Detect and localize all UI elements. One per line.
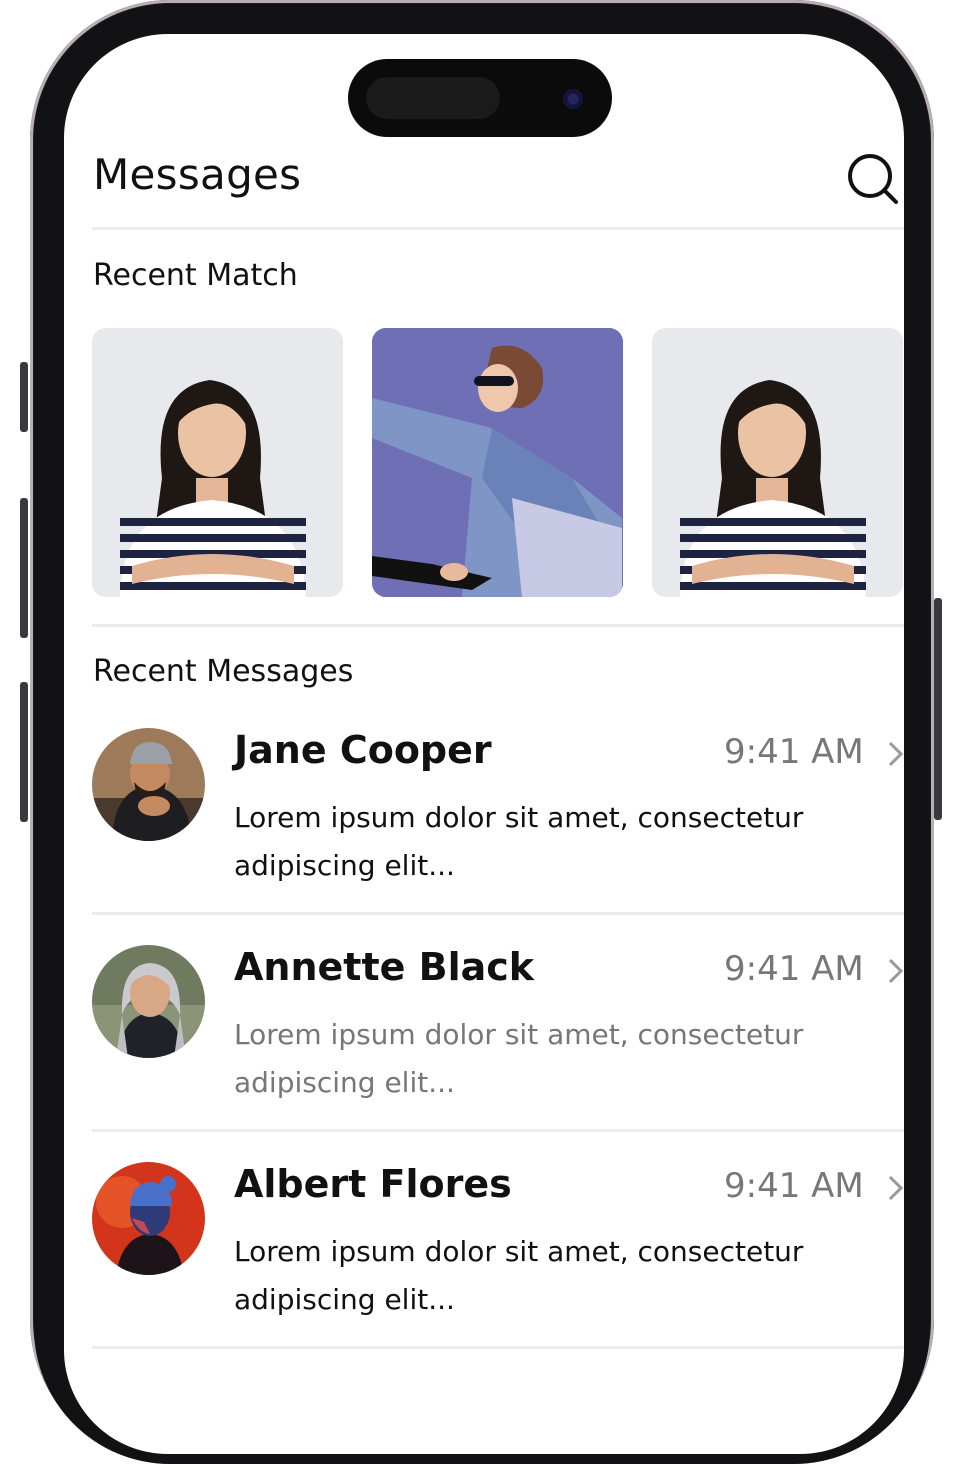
message-row-albert-flores[interactable]: Albert Flores 9:41 AM Lorem ipsum dolor …: [92, 1162, 904, 1362]
page-title: Messages: [93, 150, 302, 199]
message-row-jane-cooper[interactable]: Jane Cooper 9:41 AM Lorem ipsum dolor si…: [92, 728, 904, 928]
volume-up-button: [20, 498, 28, 638]
message-row-annette-black[interactable]: Annette Black 9:41 AM Lorem ipsum dolor …: [92, 945, 904, 1145]
woman-striped-shirt-photo: [92, 328, 343, 597]
message-preview: Lorem ipsum dolor sit amet, consectetur …: [234, 1018, 804, 1099]
avatar: [92, 945, 205, 1058]
row-divider: [92, 1346, 904, 1349]
contact-name: Annette Black: [234, 945, 535, 989]
match-card-1[interactable]: [92, 328, 343, 597]
message-preview: Lorem ipsum dolor sit amet, consectetur …: [234, 801, 804, 882]
avatar: [92, 1162, 205, 1275]
message-time: 9:41 AM: [724, 949, 864, 989]
front-camera-icon: [560, 86, 586, 112]
search-icon: [848, 154, 898, 204]
phone-screen: Messages Recent Match Recent Messages Ja…: [64, 34, 904, 1454]
volume-down-button: [20, 682, 28, 822]
row-divider: [92, 1129, 904, 1132]
contact-name: Albert Flores: [234, 1162, 512, 1206]
message-time: 9:41 AM: [724, 1166, 864, 1206]
match-card-2[interactable]: [372, 328, 623, 597]
dynamic-island: [348, 59, 612, 137]
match-divider: [92, 624, 904, 627]
row-divider: [92, 912, 904, 915]
power-button: [934, 598, 942, 820]
chevron-right-icon: [888, 741, 904, 767]
message-preview: Lorem ipsum dolor sit amet, consectetur …: [234, 1235, 804, 1316]
search-button[interactable]: [844, 150, 900, 206]
mute-switch: [20, 362, 28, 432]
contact-name: Jane Cooper: [234, 728, 492, 772]
match-card-3[interactable]: [652, 328, 903, 597]
message-time: 9:41 AM: [724, 732, 864, 772]
woman-striped-shirt-photo: [652, 328, 903, 597]
recent-messages-title: Recent Messages: [93, 654, 354, 689]
chevron-right-icon: [888, 1175, 904, 1201]
header-divider: [92, 227, 904, 230]
island-sensor: [366, 77, 500, 119]
chevron-right-icon: [888, 958, 904, 984]
recent-match-title: Recent Match: [93, 258, 298, 293]
avatar: [92, 728, 205, 841]
woman-denim-jacket-bicycle-photo: [372, 328, 623, 597]
